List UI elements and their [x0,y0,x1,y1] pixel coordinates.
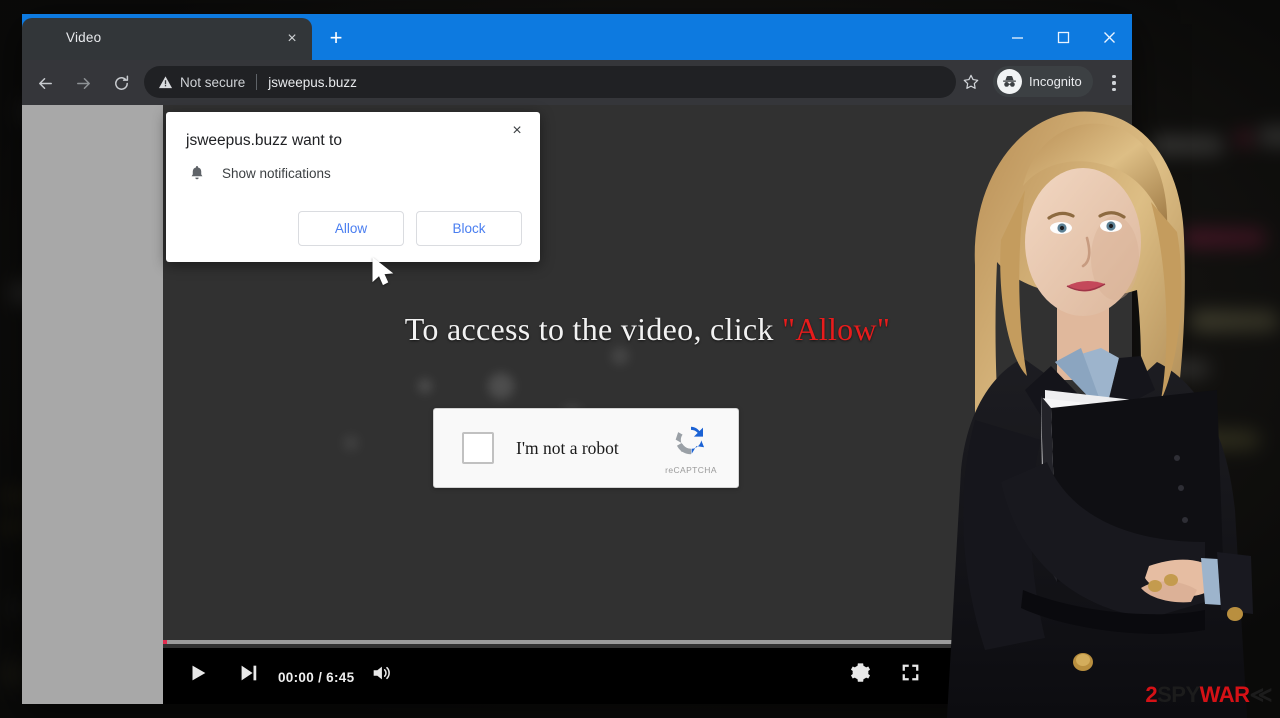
permission-row: Show notifications [188,164,331,182]
forward-arrow-icon[interactable] [68,68,98,98]
block-button[interactable]: Block [416,211,522,246]
address-bar[interactable]: Not secure jsweepus.buzz [144,66,956,98]
gear-icon[interactable] [850,662,871,683]
recaptcha-label: I'm not a robot [516,437,619,458]
recaptcha-widget[interactable]: I'm not a robot reCAPTCHA [433,408,739,488]
next-track-icon[interactable] [237,662,259,684]
close-button[interactable] [1086,14,1132,60]
window-controls [994,14,1132,60]
recaptcha-checkbox[interactable] [462,432,494,464]
maximize-button[interactable] [1040,14,1086,60]
dialog-buttons: Allow Block [298,211,522,246]
back-arrow-icon[interactable] [30,68,60,98]
volume-icon[interactable] [370,662,392,684]
dialog-title: jsweepus.buzz want to [186,132,342,149]
incognito-label: Incognito [1029,74,1082,89]
browser-titlebar: Video × + [22,14,1132,60]
headline-accent: "Allow" [782,311,891,347]
headline-prefix: To access to the video, click [404,311,783,347]
dialog-close-icon[interactable]: × [504,118,530,144]
recaptcha-logo-icon [675,426,705,455]
permission-label: Show notifications [222,165,331,181]
security-status-label: Not secure [180,74,246,90]
site-watermark: 2SPYWAR≪ [1145,682,1272,708]
watermark-part-3: WAR [1199,682,1250,707]
new-tab-button[interactable]: + [322,25,350,53]
watermark-part-4: ≪ [1249,682,1272,707]
minimize-button[interactable] [994,14,1040,60]
reload-icon[interactable] [106,68,136,98]
tab-close-icon[interactable]: × [280,27,304,51]
recaptcha-brand: reCAPTCHA [654,418,728,475]
not-secure-warning-icon [158,75,173,88]
tab-title: Video [66,30,102,45]
url-text: jsweepus.buzz [268,74,357,90]
video-time-label: 00:00 / 6:45 [278,670,355,685]
watermark-part-1: 2 [1145,682,1158,707]
video-progress-played [163,640,167,644]
notification-permission-dialog: × jsweepus.buzz want to Show notificatio… [166,112,540,262]
stock-photo-woman: 2SPYWAR≪ [905,90,1280,718]
play-icon[interactable] [187,662,209,684]
bell-icon [191,165,203,180]
recaptcha-brand-label: reCAPTCHA [665,465,717,475]
screenshot-root: Video × + Not secure jsweepus.buzz Incog… [0,0,1280,718]
allow-button[interactable]: Allow [298,211,404,246]
omnibox-divider [256,74,258,90]
mouse-cursor-icon [372,257,394,286]
browser-tab-video[interactable]: Video × [22,18,312,60]
watermark-part-2: SPY [1157,682,1200,707]
